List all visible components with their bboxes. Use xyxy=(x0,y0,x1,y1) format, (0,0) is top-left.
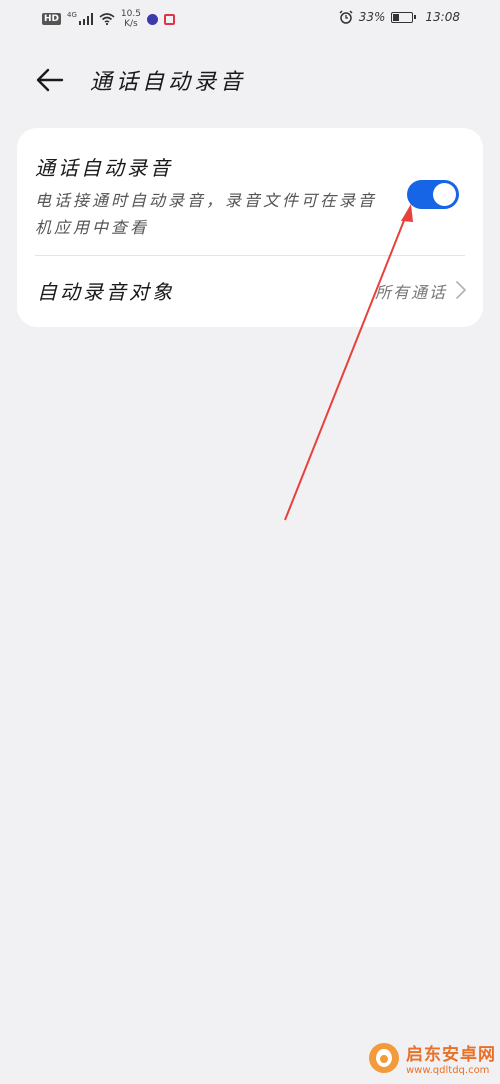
status-left: HD 4G 10.5 K/s xyxy=(42,9,175,29)
settings-card: 通话自动录音 电话接通时自动录音，录音文件可在录音机应用中查看 自动录音对象 所… xyxy=(17,128,483,327)
clock: 13:08 xyxy=(425,10,460,24)
record-target-label: 自动录音对象 xyxy=(37,280,175,304)
record-target-value: 所有通话 xyxy=(374,283,447,302)
app-notification-icon xyxy=(146,13,158,25)
auto-record-toggle[interactable] xyxy=(407,180,459,209)
speed-unit: K/s xyxy=(124,19,138,29)
watermark-logo-icon xyxy=(369,1043,399,1073)
battery-percent: 33% xyxy=(358,10,386,24)
alarm-icon xyxy=(339,10,353,24)
status-right: 33% 13:08 xyxy=(339,10,460,24)
status-bar: HD 4G 10.5 K/s 33% 13:08 xyxy=(0,0,500,40)
watermark-text: 启东安卓网 www.qdltdq.com xyxy=(406,1040,496,1076)
watermark-url: www.qdltdq.com xyxy=(406,1065,490,1076)
battery-icon xyxy=(391,11,417,23)
toggle-knob xyxy=(433,183,456,206)
auto-record-row[interactable]: 通话自动录音 电话接通时自动录音，录音文件可在录音机应用中查看 xyxy=(17,128,483,255)
watermark-name: 启东安卓网 xyxy=(406,1045,496,1065)
auto-record-title: 通话自动录音 xyxy=(35,156,173,180)
app-header: 通话自动录音 xyxy=(0,60,500,100)
app-notification-icon-2 xyxy=(163,13,175,25)
wifi-icon xyxy=(99,13,115,25)
page-title: 通话自动录音 xyxy=(90,70,247,95)
record-target-row[interactable]: 自动录音对象 所有通话 xyxy=(17,256,483,327)
speed-value: 10.5 xyxy=(120,9,141,19)
watermark: 启东安卓网 www.qdltdq.com xyxy=(368,1040,496,1076)
back-arrow-icon[interactable] xyxy=(32,62,68,98)
network-type: 4G xyxy=(67,11,77,19)
chevron-right-icon xyxy=(456,281,466,299)
hd-icon: HD xyxy=(42,13,62,25)
signal-icon xyxy=(78,13,93,25)
network-speed: 10.5 K/s xyxy=(121,9,141,29)
auto-record-description: 电话接通时自动录音，录音文件可在录音机应用中查看 xyxy=(35,191,378,237)
battery-level xyxy=(393,13,400,21)
